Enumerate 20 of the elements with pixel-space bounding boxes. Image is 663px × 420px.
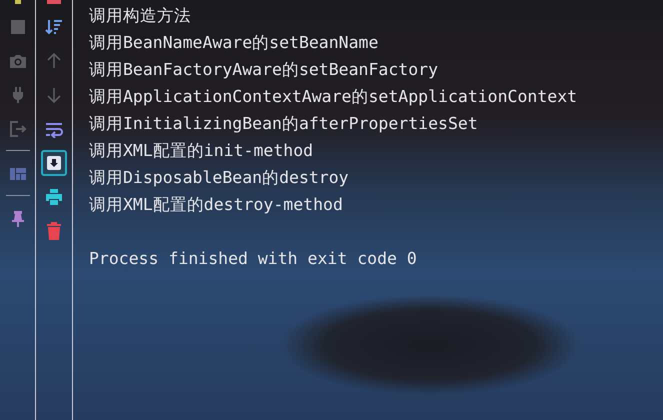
sort-icon	[45, 18, 63, 36]
exit-message: Process finished with exit code 0	[89, 248, 418, 270]
layout-icon[interactable]	[8, 165, 26, 183]
console-output-line: 调用BeanFactoryAware的setBeanFactory	[89, 59, 440, 81]
console-output-line: 调用XML配置的destroy-method	[89, 194, 344, 216]
console-output-line: 调用XML配置的init-method	[89, 140, 314, 162]
printer-icon	[45, 188, 63, 206]
trash-icon	[45, 222, 63, 240]
console-output-line: 调用ApplicationContextAware的setApplicationContext	[89, 86, 578, 108]
up-arrow-icon	[45, 52, 63, 70]
console-output-line: 调用BeanNameAware的setBeanName	[89, 32, 380, 54]
toolbar-button[interactable]	[41, 150, 67, 176]
toolbar-marker	[47, 0, 61, 4]
console-output-line: 调用DisposableBean的destroy	[89, 167, 350, 189]
download-icon	[45, 154, 63, 172]
console-output-line: 调用构造方法	[89, 5, 192, 27]
wrap-icon	[45, 120, 63, 138]
toolbar-marker	[14, 0, 20, 4]
console-output-line: 调用InitializingBean的afterPropertiesSet	[89, 113, 479, 135]
down-arrow-icon	[45, 86, 63, 104]
